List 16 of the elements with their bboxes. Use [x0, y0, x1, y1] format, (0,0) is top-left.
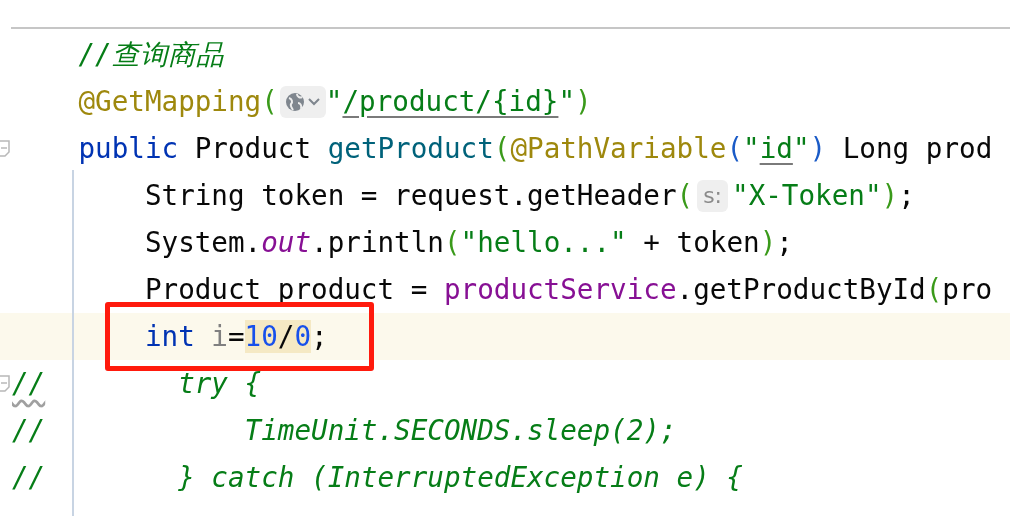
- code-text: // TimeUnit.SECONDS.sleep(2);: [12, 413, 677, 449]
- code-text: "X-Token");: [732, 178, 915, 214]
- code-text: System.out.println("hello..." + token);: [143, 225, 793, 261]
- fold-icon[interactable]: [0, 374, 10, 393]
- code-text: @GetMapping(: [77, 84, 278, 120]
- code-text: //查询商品: [77, 37, 224, 73]
- parameter-hint: s:: [697, 179, 728, 212]
- code-text: String token = request.getHeader(: [143, 178, 694, 214]
- code-text: // try {: [12, 366, 262, 402]
- globe-dropdown-icon[interactable]: [279, 85, 326, 118]
- code-text: Product product = productService.getProductById(pro: [143, 272, 993, 308]
- code-text: // } catch (InterruptedException e) {: [12, 460, 743, 496]
- code-text: public Product getProduct(@PathVariable("id") Long prod: [77, 131, 993, 167]
- fold-icon[interactable]: [0, 139, 10, 158]
- code-text: int i=10/0;: [144, 319, 328, 355]
- code-text: "/product/{id}"): [325, 84, 592, 120]
